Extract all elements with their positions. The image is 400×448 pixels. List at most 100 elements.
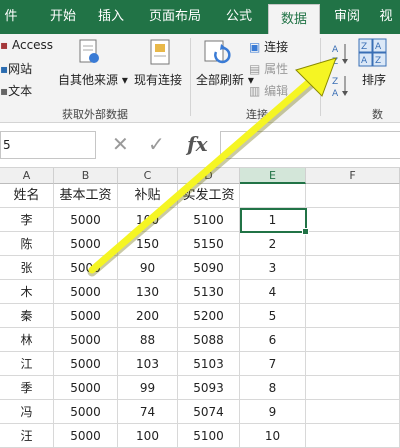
tab-page-layout[interactable]: 页面布局 [140, 0, 210, 34]
from-text-button[interactable]: ▪文本 [0, 82, 32, 99]
cell-a4[interactable]: 张 [0, 256, 54, 280]
tab-file[interactable]: 件 [0, 0, 22, 34]
cell-c7[interactable]: 88 [118, 328, 178, 352]
other-sources-button[interactable]: 自其他来源 ▾ [58, 71, 128, 88]
cell-f7[interactable] [306, 328, 400, 352]
cell-d4[interactable]: 5090 [178, 256, 240, 280]
tab-home[interactable]: 开始 [38, 0, 88, 34]
cell-f10[interactable] [306, 400, 400, 424]
cell-c2[interactable]: 100 [118, 208, 178, 232]
cancel-icon[interactable]: ✕ [112, 131, 129, 157]
cell-e4[interactable]: 3 [240, 256, 306, 280]
cell-c9[interactable]: 99 [118, 376, 178, 400]
cell-f2[interactable] [306, 208, 400, 232]
tab-view[interactable]: 视 [372, 0, 400, 34]
cell-a6[interactable]: 秦 [0, 304, 54, 328]
cell-f1[interactable] [306, 184, 400, 208]
cell-c4[interactable]: 90 [118, 256, 178, 280]
column-header-f[interactable]: F [306, 168, 400, 184]
cell-b3[interactable]: 5000 [54, 232, 118, 256]
cell-a3[interactable]: 陈 [0, 232, 54, 256]
cell-e6[interactable]: 5 [240, 304, 306, 328]
column-header-c[interactable]: C [118, 168, 178, 184]
cell-d5[interactable]: 5130 [178, 280, 240, 304]
cell-d9[interactable]: 5093 [178, 376, 240, 400]
cell-b6[interactable]: 5000 [54, 304, 118, 328]
cell-d6[interactable]: 5200 [178, 304, 240, 328]
edit-links-button[interactable]: ▥ 编辑 [249, 82, 288, 99]
cell-a2[interactable]: 李 [0, 208, 54, 232]
from-access-button[interactable]: ▪ Access [0, 38, 53, 52]
cell-e3[interactable]: 2 [240, 232, 306, 256]
tab-insert[interactable]: 插入 [88, 0, 134, 34]
cell-b5[interactable]: 5000 [54, 280, 118, 304]
from-web-button[interactable]: ▪网站 [0, 60, 32, 77]
cell-d3[interactable]: 5150 [178, 232, 240, 256]
cell-c10[interactable]: 74 [118, 400, 178, 424]
cell-a7[interactable]: 林 [0, 328, 54, 352]
cell-a5[interactable]: 木 [0, 280, 54, 304]
cell-a1[interactable]: 姓名 [0, 184, 54, 208]
cell-a11[interactable]: 汪 [0, 424, 54, 448]
cell-b10[interactable]: 5000 [54, 400, 118, 424]
cell-f9[interactable] [306, 376, 400, 400]
cell-f8[interactable] [306, 352, 400, 376]
column-header-a[interactable]: A [0, 168, 54, 184]
sort-descending-icon[interactable]: Z A [332, 74, 350, 101]
cell-b9[interactable]: 5000 [54, 376, 118, 400]
cell-d1[interactable]: 实发工资 [178, 184, 240, 208]
cell-b2[interactable]: 5000 [54, 208, 118, 232]
cell-b7[interactable]: 5000 [54, 328, 118, 352]
get-external-data-group-label: 获取外部数据 [62, 108, 128, 121]
cell-f4[interactable] [306, 256, 400, 280]
cell-e11[interactable]: 10 [240, 424, 306, 448]
cell-c3[interactable]: 150 [118, 232, 178, 256]
cell-e5[interactable]: 4 [240, 280, 306, 304]
cell-b11[interactable]: 5000 [54, 424, 118, 448]
refresh-all-button[interactable]: 全部刷新 ▾ [196, 71, 254, 88]
spreadsheet-grid: A B C D E F 姓名 基本工资 补贴 实发工资李 5000 100 5100 1 陈 50… [0, 168, 400, 448]
cell-e9[interactable]: 8 [240, 376, 306, 400]
fill-handle[interactable] [302, 228, 309, 235]
existing-connections-button[interactable]: 现有连接 [134, 71, 182, 88]
connections-button[interactable]: ▣ 连接 [249, 38, 288, 55]
cell-b8[interactable]: 5000 [54, 352, 118, 376]
cell-e10[interactable]: 9 [240, 400, 306, 424]
cell-e7[interactable]: 6 [240, 328, 306, 352]
formula-input[interactable] [220, 131, 400, 159]
name-box[interactable]: 5 [0, 131, 96, 159]
tab-data[interactable]: 数据 [268, 4, 320, 35]
column-header-b[interactable]: B [54, 168, 118, 184]
cell-a8[interactable]: 江 [0, 352, 54, 376]
column-header-e[interactable]: E [240, 168, 306, 184]
cell-b1[interactable]: 基本工资 [54, 184, 118, 208]
cell-f11[interactable] [306, 424, 400, 448]
cell-b4[interactable]: 5000 [54, 256, 118, 280]
cell-d10[interactable]: 5074 [178, 400, 240, 424]
cell-a10[interactable]: 冯 [0, 400, 54, 424]
active-cell-selection[interactable] [240, 208, 307, 233]
cell-f6[interactable] [306, 304, 400, 328]
cell-f5[interactable] [306, 280, 400, 304]
cell-c11[interactable]: 100 [118, 424, 178, 448]
cell-d11[interactable]: 5100 [178, 424, 240, 448]
tab-review[interactable]: 审阅 [325, 0, 369, 34]
confirm-icon[interactable]: ✓ [148, 131, 165, 157]
properties-button[interactable]: ▤ 属性 [249, 60, 288, 77]
cell-d8[interactable]: 5103 [178, 352, 240, 376]
cell-e8[interactable]: 7 [240, 352, 306, 376]
cell-f3[interactable] [306, 232, 400, 256]
cell-d2[interactable]: 5100 [178, 208, 240, 232]
cell-a9[interactable]: 季 [0, 376, 54, 400]
insert-function-icon[interactable]: fx [187, 131, 208, 157]
column-header-d[interactable]: D [178, 168, 240, 184]
sort-ascending-icon[interactable]: A Z [332, 42, 350, 69]
cell-c8[interactable]: 103 [118, 352, 178, 376]
cell-e1[interactable] [240, 184, 306, 208]
tab-formulas[interactable]: 公式 [216, 0, 262, 34]
cell-c5[interactable]: 130 [118, 280, 178, 304]
cell-c6[interactable]: 200 [118, 304, 178, 328]
cell-d7[interactable]: 5088 [178, 328, 240, 352]
sort-button[interactable]: 排序 [362, 71, 386, 88]
cell-c1[interactable]: 补贴 [118, 184, 178, 208]
